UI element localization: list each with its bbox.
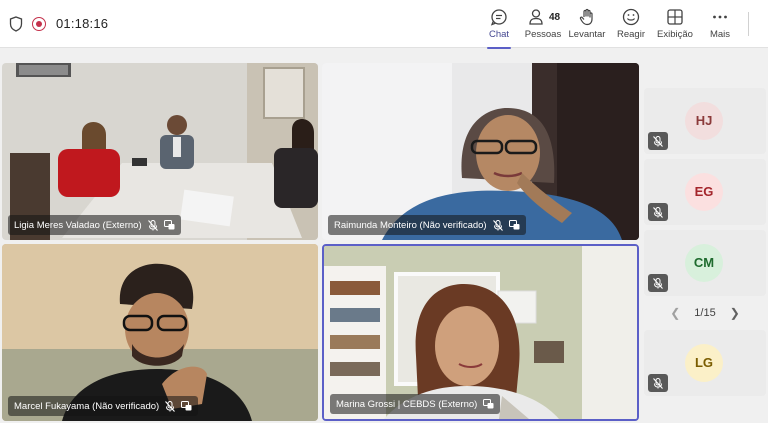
chevron-right-icon[interactable]: ❯ (730, 306, 740, 320)
mic-muted-icon (653, 135, 663, 147)
toolbar-divider (748, 12, 749, 36)
chat-label: Chat (488, 29, 510, 40)
avatar: HJ (685, 102, 723, 140)
meeting-timer: 01:18:16 (56, 16, 109, 31)
participant-avatar-tile[interactable]: LG (644, 330, 766, 396)
chat-icon (490, 9, 507, 26)
react-label: Reagir (617, 29, 645, 40)
video-tile-active-speaker[interactable]: Marina Grossi | CEBDS (Externo) (322, 244, 639, 421)
mic-muted-icon (653, 206, 663, 218)
mic-muted-badge (648, 132, 668, 150)
recording-icon (32, 17, 46, 31)
participant-avatar-tile[interactable]: EG (644, 159, 766, 225)
participant-name-tag: Marina Grossi | CEBDS (Externo) (330, 394, 501, 414)
raise-hand-label: Levantar (568, 29, 606, 40)
grid-view-icon (667, 9, 683, 25)
share-tray-icon (483, 399, 494, 409)
mic-muted-badge (648, 274, 668, 292)
share-tray-icon (508, 220, 520, 230)
share-tray-icon (181, 401, 192, 411)
more-button[interactable]: Mais (695, 8, 745, 44)
participant-video (2, 244, 318, 421)
view-label: Exibição (657, 29, 693, 40)
more-label: Mais (709, 29, 731, 40)
participant-avatar-tile[interactable]: CM (644, 230, 766, 296)
raise-hand-button[interactable]: Levantar (562, 8, 612, 44)
mic-muted-icon (492, 219, 503, 231)
mic-muted-badge (648, 203, 668, 221)
avatar: CM (685, 244, 723, 282)
participant-name: Raimunda Monteiro (Não verificado) (334, 219, 487, 231)
react-button[interactable]: Reagir (606, 8, 656, 44)
participant-name: Ligia Meres Valadao (Externo) (14, 219, 142, 231)
participant-name: Marina Grossi | CEBDS (Externo) (336, 398, 478, 410)
shield-icon[interactable] (9, 16, 23, 32)
avatar: EG (685, 173, 723, 211)
participant-pager: ❮ 1/15 ❯ (644, 303, 766, 323)
participant-video (322, 63, 639, 240)
mic-muted-icon (653, 277, 663, 289)
hand-icon (579, 8, 593, 26)
mic-muted-icon (147, 219, 158, 231)
avatar: LG (685, 344, 723, 382)
people-button[interactable]: 48 Pessoas (518, 8, 568, 44)
mic-muted-icon (653, 377, 663, 389)
chevron-left-icon[interactable]: ❮ (670, 306, 680, 320)
participant-name: Marcel Fukayama (Não verificado) (14, 400, 160, 412)
video-tile[interactable]: Raimunda Monteiro (Não verificado) (322, 63, 639, 240)
view-button[interactable]: Exibição (650, 8, 700, 44)
participant-video (2, 63, 318, 240)
people-label: Pessoas (524, 29, 562, 40)
participant-name-tag: Marcel Fukayama (Não verificado) (8, 396, 199, 416)
participant-name-tag: Ligia Meres Valadao (Externo) (8, 215, 181, 235)
video-tile[interactable]: Ligia Meres Valadao (Externo) (2, 63, 318, 240)
meeting-toolbar: 01:18:16 Chat 48 Pessoas Levantar Reagir… (0, 0, 768, 49)
participant-name-tag: Raimunda Monteiro (Não verificado) (328, 215, 526, 235)
pager-label: 1/15 (694, 307, 716, 319)
people-icon (529, 9, 543, 25)
mic-muted-icon (165, 400, 176, 412)
people-count: 48 (549, 12, 561, 23)
video-tile[interactable]: Marcel Fukayama (Não verificado) (2, 244, 318, 421)
smiley-icon (622, 8, 640, 26)
chat-button[interactable]: Chat (474, 8, 524, 49)
mic-muted-badge (648, 374, 668, 392)
participant-avatar-tile[interactable]: HJ (644, 88, 766, 154)
more-icon (713, 15, 727, 19)
share-tray-icon (163, 220, 175, 230)
